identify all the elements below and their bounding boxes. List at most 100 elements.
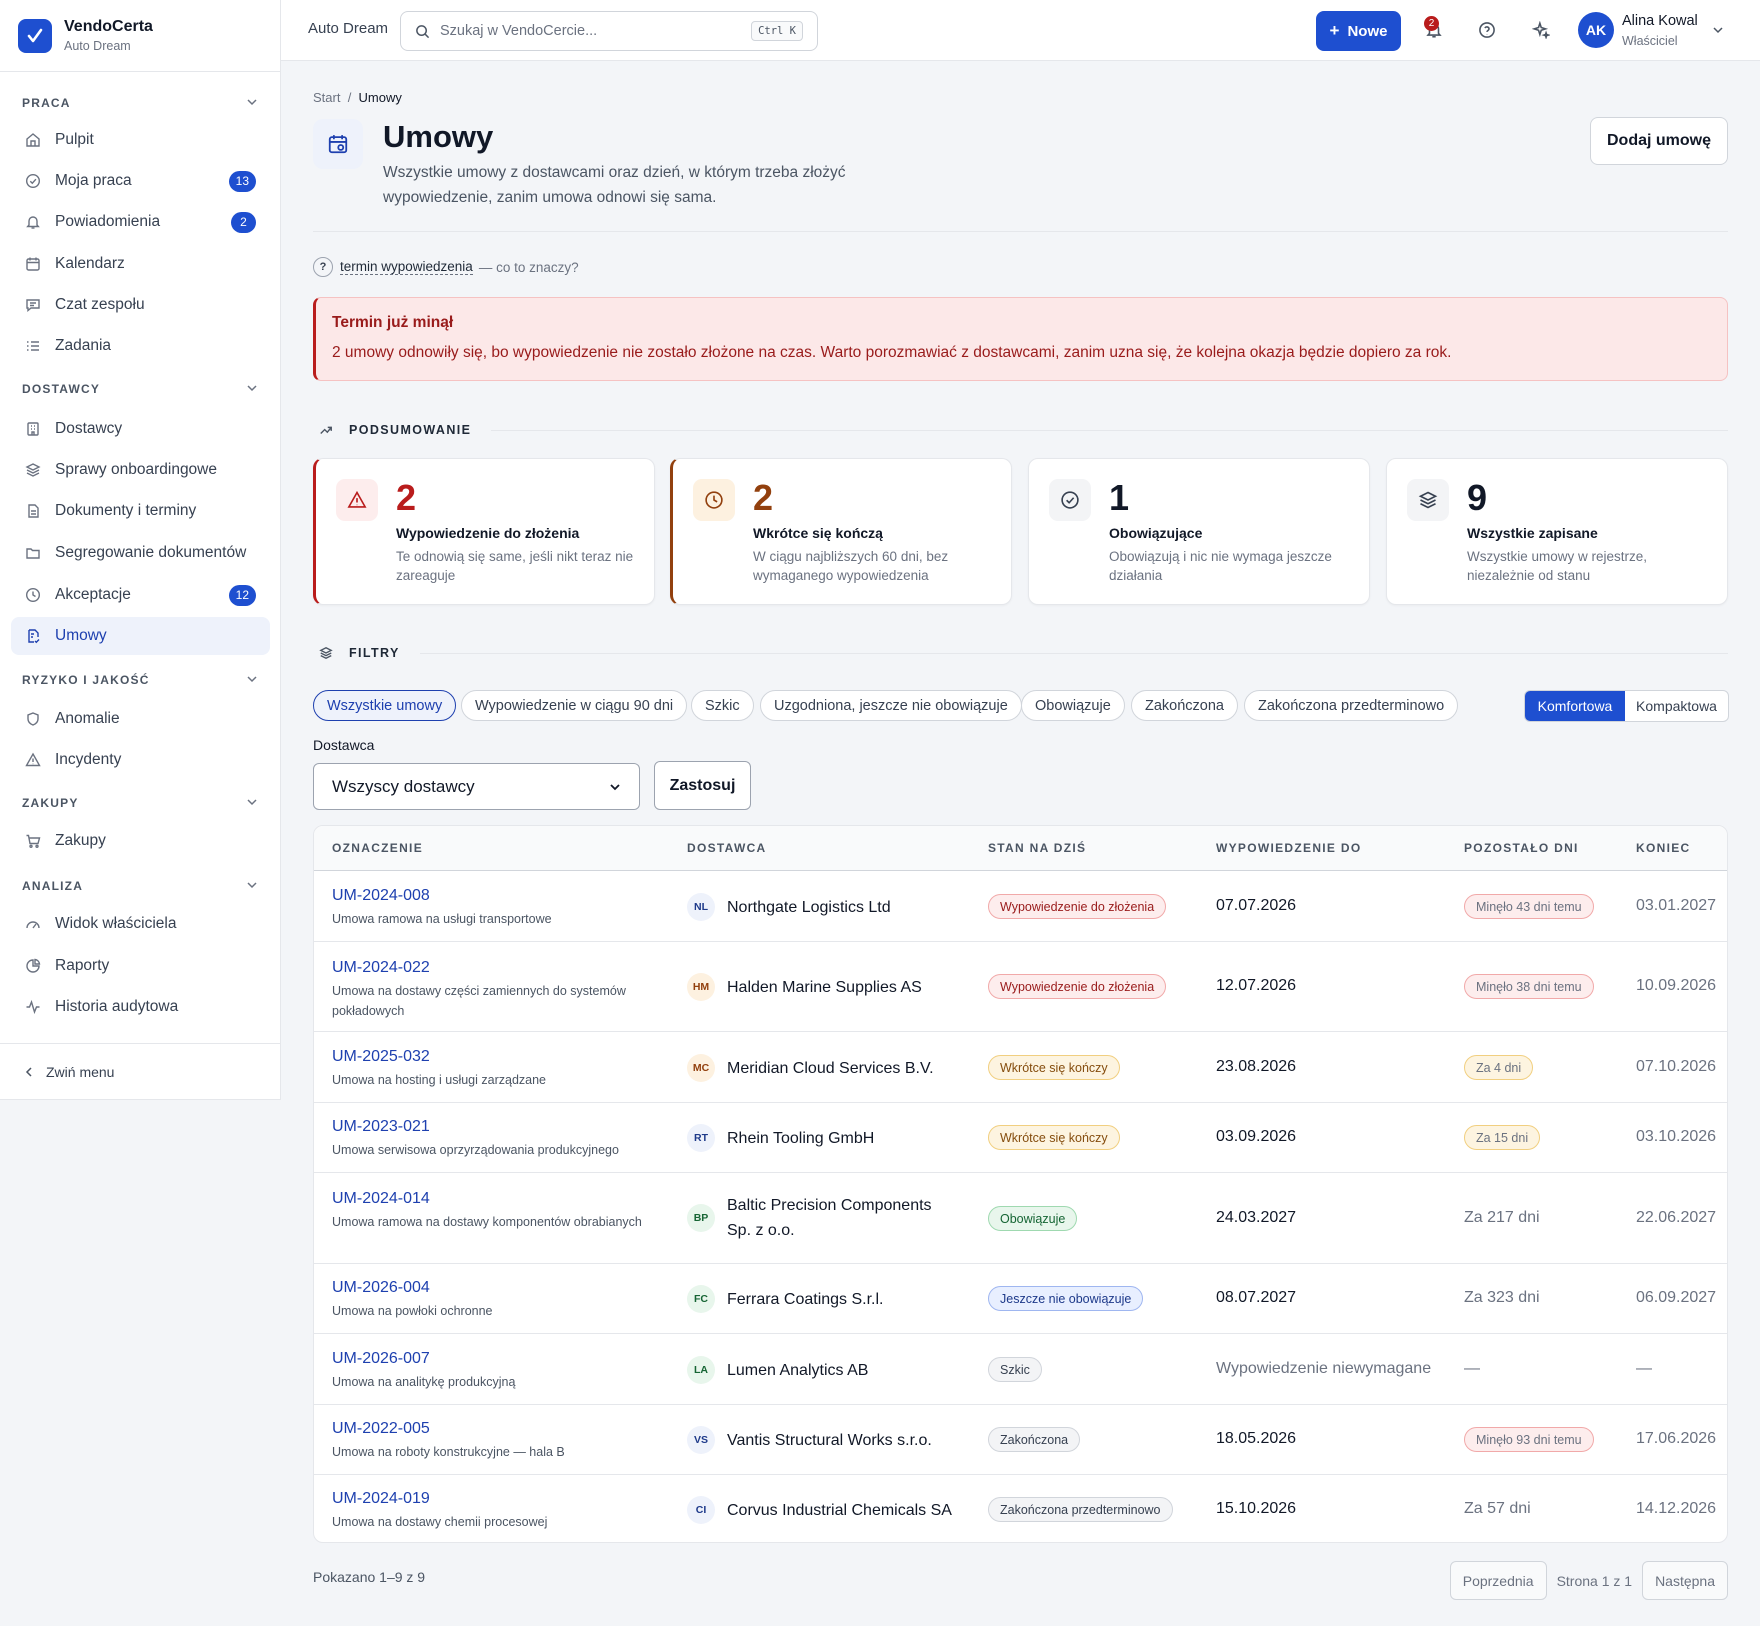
home-icon [25, 132, 41, 148]
apply-button[interactable]: Zastosuj [654, 761, 751, 810]
page-indicator: Strona 1 z 1 [1556, 1572, 1633, 1589]
help-icon[interactable] [1476, 19, 1498, 41]
sidebar-item-powiadomienia[interactable]: Powiadomienia 2 [11, 203, 270, 241]
section-zakupy[interactable]: ZAKUPY [0, 793, 280, 813]
remaining-days: — [1464, 1360, 1480, 1377]
section-dostawcy[interactable]: DOSTAWCY [0, 379, 280, 399]
contract-id-link[interactable]: UM-2026-004 [332, 1279, 430, 1297]
notice-date: 23.08.2026 [1216, 1058, 1297, 1075]
sidebar-item-umowy[interactable]: Umowy [11, 617, 270, 655]
supplier-select[interactable]: Wszyscy dostawcy [313, 763, 640, 810]
new-button[interactable]: + Nowe [1316, 11, 1401, 51]
table-row[interactable]: UM-2025-032 Umowa na hosting i usługi za… [314, 1032, 1727, 1103]
density-compact-button[interactable]: Kompaktowa [1625, 691, 1728, 721]
table-row[interactable]: UM-2024-008 Umowa ramowa na usługi trans… [314, 872, 1727, 942]
user-name[interactable]: Alina Kowal [1622, 13, 1698, 29]
sidebar-item-czat[interactable]: Czat zespołu [11, 286, 270, 324]
contract-id-link[interactable]: UM-2024-008 [332, 887, 430, 905]
summary-card-ending[interactable]: 2 Wkrótce się kończą W ciągu najbliższyc… [670, 458, 1012, 605]
chart-icon [25, 958, 41, 974]
chevron-down-icon [246, 879, 258, 894]
filter-chip-notice-90[interactable]: Wypowiedzenie w ciągu 90 dni [461, 690, 688, 721]
chevron-down-icon[interactable] [1707, 19, 1729, 41]
table-row[interactable]: UM-2024-019 Umowa na dostawy chemii proc… [314, 1475, 1727, 1542]
column-header[interactable]: OZNACZENIE [332, 841, 423, 855]
card-number: 1 [1109, 477, 1130, 518]
table-row[interactable]: UM-2024-022 Umowa na dostawy części zami… [314, 942, 1727, 1032]
sidebar-item-anomalie[interactable]: Anomalie [11, 700, 270, 738]
card-title: Wkrótce się kończą [753, 525, 883, 541]
status-badge: Jeszcze nie obowiązuje [988, 1286, 1144, 1311]
table-row[interactable]: UM-2022-005 Umowa na roboty konstrukcyjn… [314, 1405, 1727, 1475]
sidebar-item-zakupy[interactable]: Zakupy [11, 822, 270, 860]
column-header[interactable]: STAN NA DZIŚ [988, 841, 1086, 855]
section-analiza[interactable]: ANALIZA [0, 876, 280, 896]
sidebar-item-segregowanie[interactable]: Segregowanie dokumentów [11, 534, 270, 572]
density-comfort-button[interactable]: Komfortowa [1525, 691, 1625, 721]
prev-page-button[interactable]: Poprzednia [1449, 1561, 1547, 1600]
remaining-badge: Minęło 93 dni temu [1464, 1427, 1594, 1452]
table-row[interactable]: UM-2026-007 Umowa na analitykę produkcyj… [314, 1334, 1727, 1405]
sparkle-icon[interactable] [1530, 19, 1552, 41]
help-hint[interactable]: ? termin wypowiedzenia — co to znaczy? [313, 257, 579, 277]
supplier-avatar: BP [687, 1204, 715, 1232]
contract-id-link[interactable]: UM-2023-021 [332, 1118, 430, 1136]
summary-heading: PODSUMOWANIE [313, 423, 1728, 437]
notice-date: 24.03.2027 [1216, 1209, 1297, 1226]
contract-id-link[interactable]: UM-2022-005 [332, 1420, 430, 1438]
add-contract-button[interactable]: Dodaj umowę [1590, 117, 1728, 165]
sidebar-item-akceptacje[interactable]: Akceptacje 12 [11, 576, 270, 614]
folder-icon [25, 545, 41, 561]
sidebar-item-dokumenty[interactable]: Dokumenty i terminy [11, 492, 270, 530]
filter-chip-all[interactable]: Wszystkie umowy [313, 690, 457, 721]
next-page-button[interactable]: Następna [1642, 1561, 1728, 1600]
filter-chip-draft[interactable]: Szkic [691, 690, 754, 721]
status-badge: Szkic [988, 1357, 1042, 1382]
breadcrumb-home[interactable]: Start [313, 90, 340, 105]
filter-chip-active[interactable]: Obowiązuje [1021, 690, 1125, 721]
column-header[interactable]: KONIEC [1636, 841, 1690, 855]
column-header[interactable]: POZOSTAŁO DNI [1464, 841, 1579, 855]
collapse-menu-button[interactable]: Zwiń menu [0, 1043, 280, 1100]
summary-card-notice[interactable]: 2 Wypowiedzenie do złożenia Te odnowią s… [313, 458, 655, 605]
filter-chip-ended[interactable]: Zakończona [1131, 690, 1238, 721]
column-header[interactable]: DOSTAWCA [687, 841, 767, 855]
remaining-days: Za 217 dni [1464, 1209, 1540, 1226]
sidebar-item-dostawcy[interactable]: Dostawcy [11, 410, 270, 448]
sidebar-item-historia[interactable]: Historia audytowa [11, 988, 270, 1026]
end-date: 10.09.2026 [1636, 977, 1717, 994]
section-ryzyko[interactable]: RYZYKO I JAKOŚĆ [0, 670, 280, 690]
section-label: ANALIZA [22, 879, 84, 893]
sidebar-item-label: Widok właściciela [55, 915, 177, 932]
summary-card-all[interactable]: 9 Wszystkie zapisane Wszystkie umowy w r… [1386, 458, 1728, 605]
filter-chip-ended-early[interactable]: Zakończona przedterminowo [1244, 690, 1459, 721]
contract-id-link[interactable]: UM-2024-014 [332, 1190, 430, 1208]
supplier-cell: CI Corvus Industrial Chemicals SA [687, 1496, 987, 1524]
table-row[interactable]: UM-2024-014 Umowa ramowa na dostawy komp… [314, 1173, 1727, 1264]
contract-id-link[interactable]: UM-2025-032 [332, 1048, 430, 1066]
search-input[interactable]: Szukaj w VendoCercie... Ctrl K [400, 11, 818, 51]
remaining-badge: Minęło 38 dni temu [1464, 974, 1594, 999]
sidebar-item-pulpit[interactable]: Pulpit [11, 121, 270, 159]
contract-id-link[interactable]: UM-2024-022 [332, 959, 430, 977]
sidebar-item-label: Kalendarz [55, 255, 125, 272]
sidebar-item-zadania[interactable]: Zadania [11, 327, 270, 365]
sidebar-item-raporty[interactable]: Raporty [11, 947, 270, 985]
contract-id-link[interactable]: UM-2026-007 [332, 1350, 430, 1368]
summary-card-active[interactable]: 1 Obowiązujące Obowiązują i nic nie wyma… [1028, 458, 1370, 605]
contract-id-link[interactable]: UM-2024-019 [332, 1490, 430, 1508]
column-header[interactable]: WYPOWIEDZENIE DO [1216, 841, 1361, 855]
section-praca[interactable]: PRACA [0, 93, 280, 113]
sidebar-item-incydenty[interactable]: Incydenty [11, 741, 270, 779]
table-row[interactable]: UM-2023-021 Umowa serwisowa oprzyrządowa… [314, 1103, 1727, 1173]
table-row[interactable]: UM-2026-004 Umowa na powłoki ochronne FC… [314, 1264, 1727, 1334]
sidebar-item-onboarding[interactable]: Sprawy onboardingowe [11, 451, 270, 489]
filter-chip-agreed[interactable]: Uzgodniona, jeszcze nie obowiązuje [760, 690, 1022, 721]
help-term[interactable]: termin wypowiedzenia [340, 259, 473, 275]
trend-up-icon [319, 423, 333, 437]
avatar[interactable]: AK [1578, 12, 1614, 48]
sidebar-item-kalendarz[interactable]: Kalendarz [11, 245, 270, 283]
brand[interactable]: VendoCerta Auto Dream [0, 0, 280, 72]
sidebar-item-moja-praca[interactable]: Moja praca 13 [11, 162, 270, 200]
sidebar-item-widok[interactable]: Widok właściciela [11, 905, 270, 943]
